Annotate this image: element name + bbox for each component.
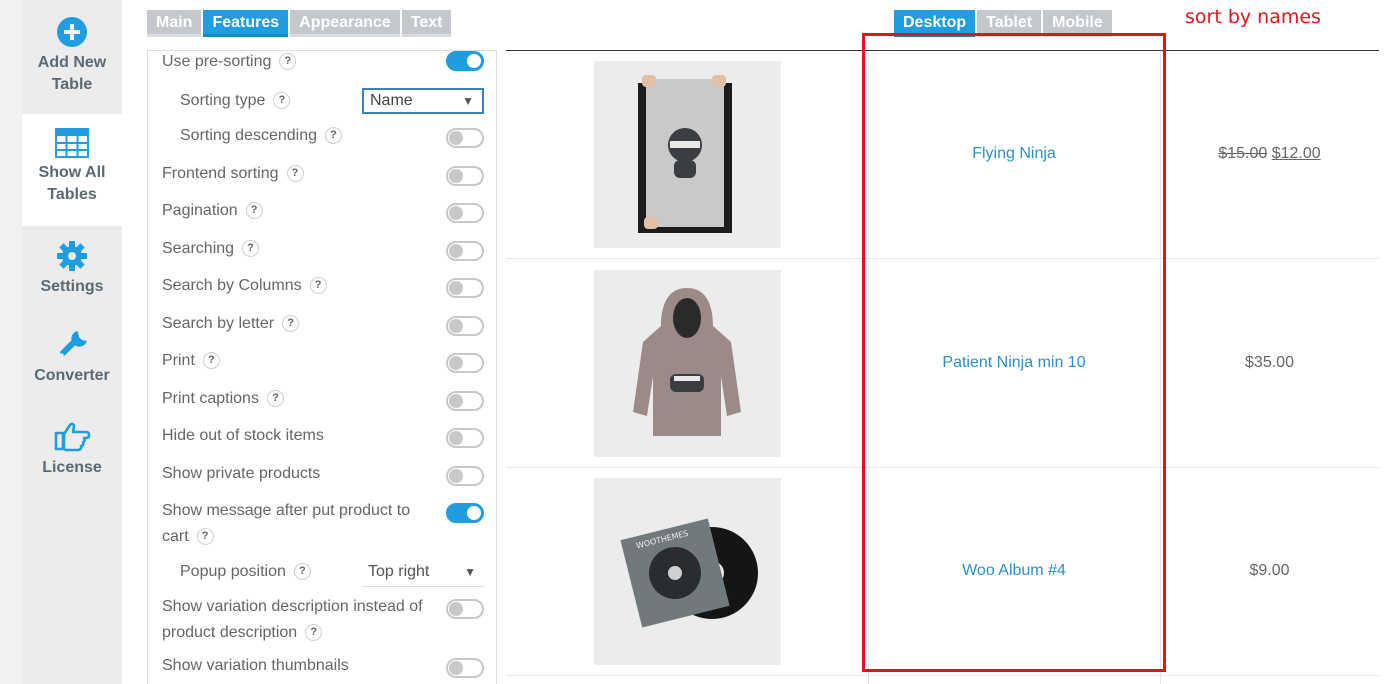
setting-label-continued: product description — [162, 624, 298, 641]
sidebar-item-add-new-table[interactable]: Add New Table — [22, 0, 122, 114]
annotation-highlight-box — [862, 33, 1166, 672]
variation-description-toggle[interactable] — [446, 599, 484, 619]
sidebar-item-label: Add New — [37, 54, 107, 71]
sidebar: Add New Table Show All Tables Settings C… — [22, 0, 122, 684]
setting-label: Search by letter — [162, 315, 275, 332]
plus-circle-icon — [57, 17, 87, 47]
setting-label: Sorting descending — [180, 127, 317, 144]
sidebar-item-label: Converter — [34, 367, 110, 384]
product-image-flying-ninja[interactable] — [594, 61, 781, 248]
pagination-toggle[interactable] — [446, 203, 484, 223]
show-private-products-toggle[interactable] — [446, 466, 484, 486]
setting-label: Search by Columns — [162, 277, 302, 294]
sidebar-item-label: Table — [51, 76, 93, 93]
sidebar-item-license[interactable]: License — [22, 419, 122, 489]
search-by-columns-toggle[interactable] — [446, 278, 484, 298]
tab-features[interactable]: Features — [203, 10, 289, 37]
setting-label: Frontend sorting — [162, 165, 279, 182]
help-icon[interactable]: ? — [273, 92, 291, 110]
frontend-sorting-toggle[interactable] — [446, 166, 484, 186]
popup-position-select[interactable]: Top right ▼ — [362, 561, 484, 587]
sidebar-item-label: Settings — [40, 278, 104, 295]
setting-label: Show variation description instead of — [162, 598, 423, 615]
sorting-type-select[interactable]: Name ▼ — [362, 88, 484, 114]
tab-appearance[interactable]: Appearance — [290, 10, 400, 37]
help-icon[interactable]: ? — [286, 165, 304, 183]
help-icon[interactable]: ? — [282, 315, 300, 333]
help-icon[interactable]: ? — [245, 202, 263, 220]
regular-price: $15.00 — [1218, 145, 1268, 162]
sale-price: $12.00 — [1271, 145, 1321, 162]
help-icon[interactable]: ? — [324, 127, 342, 145]
sidebar-item-converter[interactable]: Converter — [22, 329, 122, 399]
sorting-descending-toggle[interactable] — [446, 128, 484, 148]
setting-label: Pagination — [162, 202, 238, 219]
variation-thumbnails-toggle[interactable] — [446, 658, 484, 678]
use-pre-sorting-toggle[interactable] — [446, 51, 484, 71]
show-message-toggle[interactable] — [446, 503, 484, 523]
left-edge — [0, 0, 22, 684]
help-icon[interactable]: ? — [279, 53, 297, 71]
setting-label: Show message after put product to — [162, 502, 411, 519]
help-icon[interactable]: ? — [266, 390, 284, 408]
sidebar-item-label: Show All — [38, 164, 106, 181]
setting-label-continued: cart — [162, 528, 189, 545]
sidebar-item-label: Tables — [47, 186, 97, 203]
tab-main[interactable]: Main — [147, 10, 202, 37]
setting-label: Sorting type — [180, 92, 266, 109]
help-icon[interactable]: ? — [242, 240, 260, 258]
product-price: $15.00 $12.00 — [1160, 145, 1379, 163]
help-icon[interactable]: ? — [305, 624, 323, 642]
print-toggle[interactable] — [446, 353, 484, 373]
select-value: Name — [370, 92, 413, 109]
help-icon[interactable]: ? — [309, 277, 327, 295]
searching-toggle[interactable] — [446, 241, 484, 261]
setting-label: Show variation thumbnails — [162, 657, 349, 674]
help-icon[interactable]: ? — [196, 528, 214, 546]
setting-label: Hide out of stock items — [162, 427, 324, 444]
setting-label: Popup position — [180, 563, 286, 580]
annotation-text: sort by names — [1185, 6, 1321, 28]
product-price: $9.00 — [1249, 562, 1290, 579]
product-image-woo-album[interactable]: WOOTHEMES — [594, 478, 781, 665]
sidebar-item-show-all-tables[interactable]: Show All Tables — [22, 114, 122, 226]
help-icon[interactable]: ? — [293, 563, 311, 581]
setting-label: Use pre-sorting — [162, 53, 272, 70]
settings-tabs: Main Features Appearance Text — [147, 10, 452, 37]
sidebar-item-settings[interactable]: Settings — [22, 240, 122, 310]
setting-label: Print — [162, 352, 195, 369]
pointing-hand-icon — [54, 422, 91, 452]
features-settings-panel: Use pre-sorting? Sorting type? Name ▼ Sor… — [147, 50, 497, 684]
caret-down-icon: ▼ — [464, 565, 476, 579]
select-value: Top right — [368, 563, 430, 580]
caret-down-icon: ▼ — [462, 94, 474, 108]
print-captions-toggle[interactable] — [446, 391, 484, 411]
setting-label: Print captions — [162, 390, 259, 407]
hide-out-of-stock-toggle[interactable] — [446, 428, 484, 448]
tab-text[interactable]: Text — [401, 10, 452, 37]
gear-icon — [57, 241, 87, 271]
wrench-icon — [60, 331, 87, 357]
search-by-letter-toggle[interactable] — [446, 316, 484, 336]
setting-label: Show private products — [162, 465, 321, 482]
sidebar-item-label: License — [42, 459, 102, 476]
product-image-patient-ninja[interactable] — [594, 270, 781, 457]
product-price: $35.00 — [1245, 354, 1294, 371]
table-grid-icon — [55, 128, 89, 158]
setting-label: Searching — [162, 240, 235, 257]
help-icon[interactable]: ? — [202, 352, 220, 370]
